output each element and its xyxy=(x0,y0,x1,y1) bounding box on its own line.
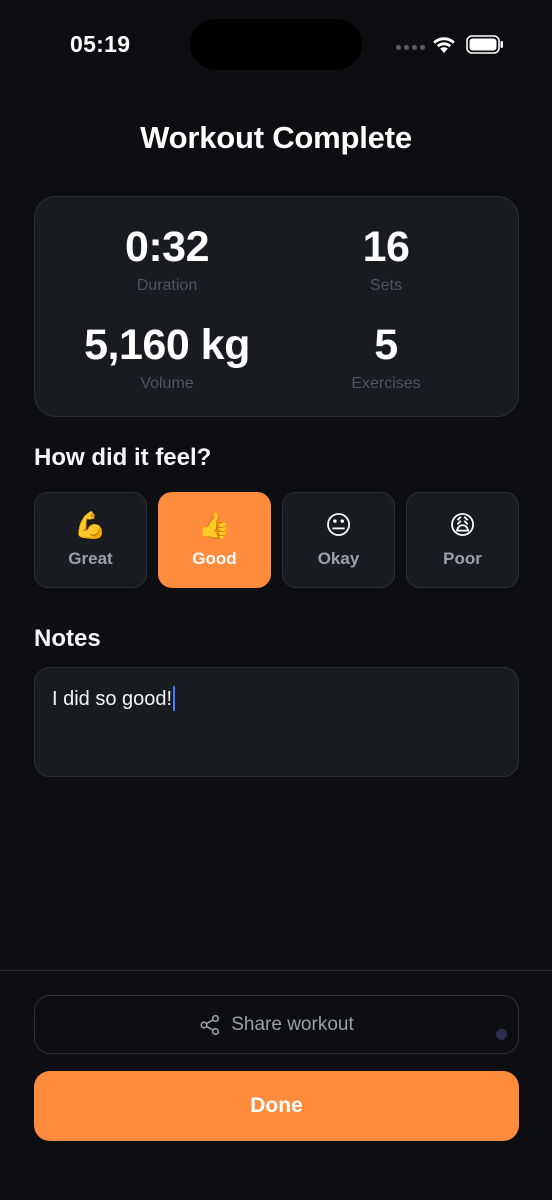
wifi-icon xyxy=(433,37,455,53)
stat-value: 5 xyxy=(374,321,398,369)
stat-label: Sets xyxy=(369,277,402,294)
stat-label: Duration xyxy=(136,277,198,294)
stats-card: 0:32 Duration 16 Sets 5,160 kg Volume 5 … xyxy=(34,196,519,417)
stat-label: Exercises xyxy=(351,375,421,392)
stat-value: 0:32 xyxy=(124,223,210,271)
feel-option-label: Great xyxy=(68,549,113,568)
done-label: Done xyxy=(250,1094,303,1117)
cellular-signal-icon xyxy=(396,45,425,50)
feel-option-great[interactable]: 💪 Great xyxy=(34,492,147,588)
neutral-face-icon: 😐 xyxy=(324,511,353,541)
thumbs-up-icon: 👍 xyxy=(198,511,231,541)
page-title: Workout Complete xyxy=(140,120,412,155)
divider xyxy=(0,970,552,971)
stat-volume: 5,160 kg Volume xyxy=(57,319,277,393)
feel-option-label: Good xyxy=(192,549,237,568)
notes-text: I did so good! xyxy=(52,688,173,710)
text-cursor xyxy=(173,686,176,711)
feel-option-label: Poor xyxy=(443,549,482,568)
share-workout-button[interactable]: Share workout xyxy=(34,995,519,1054)
dynamic-island xyxy=(190,19,362,70)
done-button[interactable]: Done xyxy=(34,1071,519,1141)
status-bar: 05:19 xyxy=(0,0,552,90)
stat-value: 16 xyxy=(362,223,410,271)
feel-option-poor[interactable]: 😩 Poor xyxy=(406,492,519,588)
feel-options: 💪 Great 👍 Good 😐 Okay 😩 Poor xyxy=(34,492,519,588)
flexed-biceps-icon: 💪 xyxy=(74,511,107,541)
feel-heading: How did it feel? xyxy=(34,444,212,471)
stat-value: 5,160 kg xyxy=(84,321,250,369)
feel-option-good[interactable]: 👍 Good xyxy=(158,492,271,588)
status-time: 05:19 xyxy=(70,31,131,57)
weary-face-icon: 😩 xyxy=(448,511,477,541)
stat-exercises: 5 Exercises xyxy=(276,319,496,393)
feel-option-okay[interactable]: 😐 Okay xyxy=(282,492,395,588)
stat-label: Volume xyxy=(140,375,194,392)
indicator-dot xyxy=(496,1029,507,1040)
share-icon xyxy=(200,1014,220,1035)
share-label: Share workout xyxy=(231,1013,354,1035)
notes-field[interactable]: I did so good! xyxy=(34,667,519,777)
feel-option-label: Okay xyxy=(317,549,360,568)
stat-duration: 0:32 Duration xyxy=(57,221,277,295)
stat-sets: 16 Sets xyxy=(276,221,496,295)
notes-heading: Notes xyxy=(34,625,101,652)
battery-icon xyxy=(466,35,503,54)
